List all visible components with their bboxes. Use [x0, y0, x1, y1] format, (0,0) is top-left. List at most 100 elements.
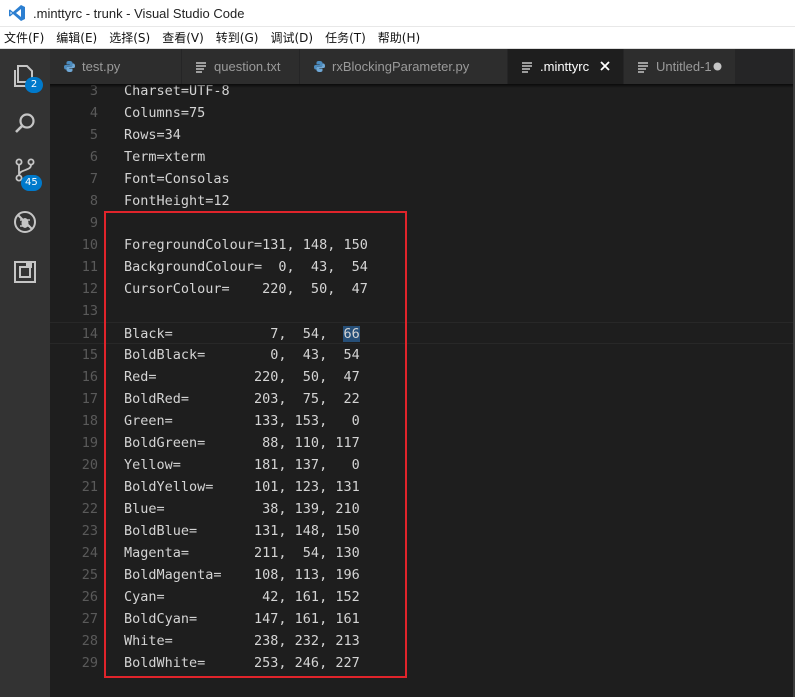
line-number: 28 — [81, 633, 98, 649]
code-line[interactable]: 27 BoldCyan= 147, 161, 161 — [50, 608, 795, 630]
python-icon — [312, 60, 326, 74]
window-title: .minttyrc - trunk - Visual Studio Code — [33, 5, 245, 21]
code-text: ForegroundColour=131, 148, 150 — [124, 237, 368, 253]
code-line[interactable]: 25 BoldMagenta= 108, 113, 196 — [50, 564, 795, 586]
extensions-icon[interactable] — [0, 249, 50, 295]
code-text: Font=Consolas — [124, 171, 230, 187]
code-text: Yellow= 181, 137, 0 — [124, 457, 360, 473]
tab-rxblockingparameter-py[interactable]: rxBlockingParameter.py — [300, 49, 508, 84]
code-text: BackgroundColour= 0, 43, 54 — [124, 259, 368, 275]
code-line[interactable]: 8 FontHeight=12 — [50, 190, 795, 212]
file-lines-icon — [194, 60, 208, 74]
line-number: 20 — [81, 457, 98, 473]
menu-item[interactable]: 转到(G) — [210, 27, 265, 49]
code-text: Black= 7, 54, 66 — [124, 323, 360, 345]
code-line[interactable]: 18 Green= 133, 153, 0 — [50, 410, 795, 432]
file-lines-icon — [520, 60, 534, 74]
line-number: 9 — [89, 215, 98, 231]
code-line[interactable]: 20 Yellow= 181, 137, 0 — [50, 454, 795, 476]
menu-item[interactable]: 文件(F) — [0, 27, 50, 49]
menu-item[interactable]: 帮助(H) — [372, 27, 426, 49]
line-number: 27 — [81, 611, 98, 627]
code-line[interactable]: 17 BoldRed= 203, 75, 22 — [50, 388, 795, 410]
code-line[interactable]: 12 CursorColour= 220, 50, 47 — [50, 278, 795, 300]
line-number: 4 — [89, 105, 98, 121]
explorer-icon[interactable]: 2 — [0, 53, 50, 99]
code-line[interactable]: 5 Rows=34 — [50, 124, 795, 146]
file-lines-icon — [636, 60, 650, 74]
code-line[interactable]: 6 Term=xterm — [50, 146, 795, 168]
activity-bar: 2 45 — [0, 49, 50, 697]
line-number: 18 — [81, 413, 98, 429]
scroll-shadow — [50, 84, 795, 88]
code-line[interactable]: 23 BoldBlue= 131, 148, 150 — [50, 520, 795, 542]
vscode-logo-icon — [7, 3, 27, 23]
code-text: BoldRed= 203, 75, 22 — [124, 391, 360, 407]
menu-bar: 文件(F) 编辑(E) 选择(S) 查看(V) 转到(G) 调试(D) 任务(T) 帮助(H) — [0, 27, 795, 49]
code-text: BoldMagenta= 108, 113, 196 — [124, 567, 360, 583]
code-text-prefix: Black= 7, 54, — [124, 326, 344, 342]
code-line[interactable]: 29 BoldWhite= 253, 246, 227 — [50, 652, 795, 674]
code-text: Blue= 38, 139, 210 — [124, 501, 360, 517]
code-line[interactable]: 9 — [50, 212, 795, 234]
editor-area[interactable]: 3 Charset=UTF-8 4 Columns=75 5 Rows=34 6 Term=x… — [50, 84, 795, 697]
code-line[interactable]: 7 Font=Consolas — [50, 168, 795, 190]
tab-untitled-1[interactable]: Untitled-1 — [624, 49, 736, 84]
tab-question-txt[interactable]: question.txt — [182, 49, 300, 84]
code-line[interactable]: 11 BackgroundColour= 0, 43, 54 — [50, 256, 795, 278]
code-line[interactable]: 22 Blue= 38, 139, 210 — [50, 498, 795, 520]
menu-item[interactable]: 调试(D) — [264, 27, 319, 49]
line-number: 10 — [81, 237, 98, 253]
tab-label: test.py — [82, 59, 121, 74]
code-line[interactable]: 21 BoldYellow= 101, 123, 131 — [50, 476, 795, 498]
line-number: 19 — [81, 435, 98, 451]
line-number: 13 — [81, 303, 98, 319]
explorer-badge: 2 — [25, 77, 43, 93]
code-line[interactable]: 14 Black= 7, 54, 66 — [50, 322, 795, 344]
line-number: 12 — [81, 281, 98, 297]
code-text: Cyan= 42, 161, 152 — [124, 589, 360, 605]
source-control-icon[interactable]: 45 — [0, 147, 50, 193]
close-icon[interactable] — [597, 58, 613, 74]
line-number: 29 — [81, 655, 98, 671]
search-icon[interactable] — [0, 101, 50, 147]
code-text: Term=xterm — [124, 149, 206, 165]
menu-item[interactable]: 选择(S) — [103, 27, 156, 49]
menu-item[interactable]: 查看(V) — [156, 27, 210, 49]
line-number: 14 — [81, 326, 98, 342]
code-line[interactable]: 13 — [50, 300, 795, 322]
code-text: Red= 220, 50, 47 — [124, 369, 360, 385]
code-line[interactable]: 24 Magenta= 211, 54, 130 — [50, 542, 795, 564]
tab-test-py[interactable]: test.py — [50, 49, 182, 84]
code-line[interactable]: 26 Cyan= 42, 161, 152 — [50, 586, 795, 608]
source-control-badge: 45 — [21, 175, 42, 191]
unsaved-dot-icon[interactable] — [709, 58, 725, 74]
python-icon — [62, 60, 76, 74]
code-text: Magenta= 211, 54, 130 — [124, 545, 360, 561]
code-line[interactable]: 16 Red= 220, 50, 47 — [50, 366, 795, 388]
menu-item[interactable]: 编辑(E) — [50, 27, 103, 49]
code-text: BoldCyan= 147, 161, 161 — [124, 611, 360, 627]
code-text: CursorColour= 220, 50, 47 — [124, 281, 368, 297]
tab-label: rxBlockingParameter.py — [332, 59, 470, 74]
code-line[interactable]: 15 BoldBlack= 0, 43, 54 — [50, 344, 795, 366]
code-text: BoldBlack= 0, 43, 54 — [124, 347, 360, 363]
code-line[interactable]: 19 BoldGreen= 88, 110, 117 — [50, 432, 795, 454]
code-line[interactable]: 28 White= 238, 232, 213 — [50, 630, 795, 652]
line-number: 17 — [81, 391, 98, 407]
code-text: BoldYellow= 101, 123, 131 — [124, 479, 360, 495]
code-line[interactable]: 4 Columns=75 — [50, 102, 795, 124]
code-text: White= 238, 232, 213 — [124, 633, 360, 649]
line-number: 5 — [89, 127, 98, 143]
tab-label: question.txt — [214, 59, 281, 74]
tab-label: .minttyrc — [540, 59, 590, 74]
title-bar: .minttyrc - trunk - Visual Studio Code — [0, 0, 795, 27]
debug-icon[interactable] — [0, 199, 50, 245]
selected-word-highlight: 66 — [343, 326, 360, 342]
menu-item[interactable]: 任务(T) — [319, 27, 372, 49]
code-text: Rows=34 — [124, 127, 181, 143]
line-number: 26 — [81, 589, 98, 605]
code-text: BoldGreen= 88, 110, 117 — [124, 435, 360, 451]
code-line[interactable]: 10 ForegroundColour=131, 148, 150 — [50, 234, 795, 256]
tab-minttyrc[interactable]: .minttyrc — [508, 49, 624, 84]
